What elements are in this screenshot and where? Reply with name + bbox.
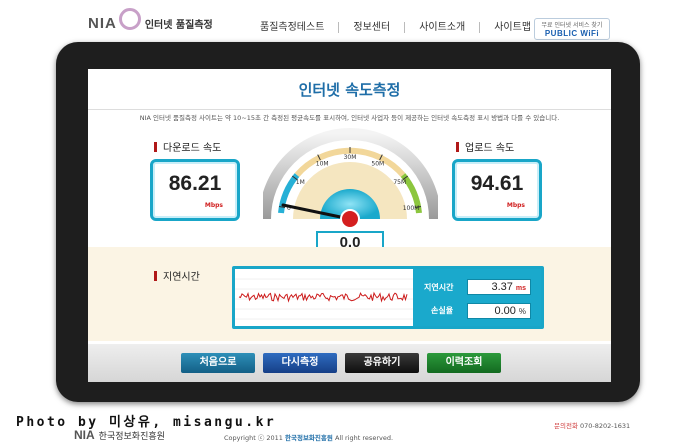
latency-value-box: 3.37 ms: [467, 279, 531, 295]
nav-item-info-center[interactable]: 정보센터: [339, 22, 406, 33]
latency-graph: [235, 269, 413, 326]
download-speed-box: 86.21 Mbps: [150, 159, 240, 221]
upload-label: 업로드 속도: [456, 139, 514, 154]
footer-logo: NIA 한국정보화진흥원: [74, 428, 165, 442]
copyright-prefix: Copyright ⓒ 2011: [224, 434, 283, 442]
copyright-org: 한국정보화진흥원: [285, 434, 333, 442]
gauge-tick-label: 100M: [403, 205, 420, 212]
download-label-text: 다운로드 속도: [163, 143, 222, 154]
site-logo[interactable]: NIA 인터넷 품질측정: [88, 8, 213, 34]
history-button[interactable]: 이력조회: [427, 353, 501, 373]
footer-contact: 문의전화 070-8202-1631: [554, 420, 630, 430]
copyright-suffix: All right reserved.: [334, 434, 394, 442]
footer-copyright: Copyright ⓒ 2011 한국정보화진흥원 All right rese…: [224, 432, 393, 442]
loss-value: 0.00: [494, 305, 516, 317]
latency-panel: 지연시간 3.37 ms 손실율 0.00%: [232, 266, 544, 329]
upload-speed-unit: Mbps: [506, 202, 525, 209]
gauge-tick-label: 1M: [296, 179, 305, 186]
gauge-tick-label: 75M: [393, 179, 406, 186]
latency-unit: ms: [515, 285, 526, 292]
logo-nia-text: NIA: [88, 14, 117, 32]
latency-value: 3.37: [491, 281, 513, 293]
retest-button[interactable]: 다시측정: [263, 353, 337, 373]
gauge-tick-label: 50M: [371, 161, 384, 168]
page-title: 인터넷 속도측정: [298, 81, 401, 99]
nav-item-quality-test[interactable]: 품질측정테스트: [246, 22, 340, 33]
latency-line: [238, 291, 408, 303]
nav-item-site-intro[interactable]: 사이트소개: [405, 22, 481, 33]
logo-subtitle: 인터넷 품질측정: [144, 19, 213, 31]
public-wifi-badge[interactable]: 무료 인터넷 서비스 찾기 PUBLIC WiFi: [534, 18, 610, 40]
loss-label: 손실율: [431, 306, 454, 315]
page-description: NIA 인터넷 품질측정 사이트는 약 10~15초 간 측정된 평균속도를 표…: [88, 109, 611, 122]
footer-nia-text: NIA: [74, 428, 95, 442]
upload-speed-box: 94.61 Mbps: [452, 159, 542, 221]
contact-phone: 070-8202-1631: [580, 422, 631, 430]
loss-value-box: 0.00%: [467, 303, 531, 319]
share-button[interactable]: 공유하기: [345, 353, 419, 373]
latency-label: 지연시간: [424, 283, 454, 292]
home-button[interactable]: 처음으로: [181, 353, 255, 373]
gauge-tick-label: 10M: [316, 161, 329, 168]
public-wifi-label: PUBLIC WiFi: [544, 29, 600, 38]
public-wifi-caption: 무료 인터넷 서비스 찾기: [541, 22, 603, 29]
gauge-hub: [340, 209, 360, 229]
speed-gauge: 01M10M30M50M75M100M: [263, 128, 438, 229]
upload-label-text: 업로드 속도: [465, 143, 515, 154]
nia-ring-icon: [118, 8, 141, 30]
action-bar: 처음으로 다시측정 공유하기 이력조회: [88, 344, 611, 382]
contact-label: 문의전화: [554, 422, 578, 430]
upload-speed-value: 94.61: [470, 172, 524, 195]
loss-unit: %: [518, 307, 526, 316]
speed-test-screen: 인터넷 속도측정 NIA 인터넷 품질측정 사이트는 약 10~15초 간 측정…: [88, 69, 611, 382]
download-speed-value: 86.21: [168, 172, 222, 195]
main-nav: 품질측정테스트 정보센터 사이트소개 사이트맵: [246, 22, 545, 33]
gauge-tick-label: 30M: [344, 154, 357, 161]
download-label: 다운로드 속도: [154, 139, 221, 154]
download-speed-unit: Mbps: [204, 202, 223, 209]
footer-org-name: 한국정보화진흥원: [98, 431, 165, 442]
latency-section-label: 지연시간: [154, 268, 200, 283]
latency-section-label-text: 지연시간: [163, 272, 200, 283]
